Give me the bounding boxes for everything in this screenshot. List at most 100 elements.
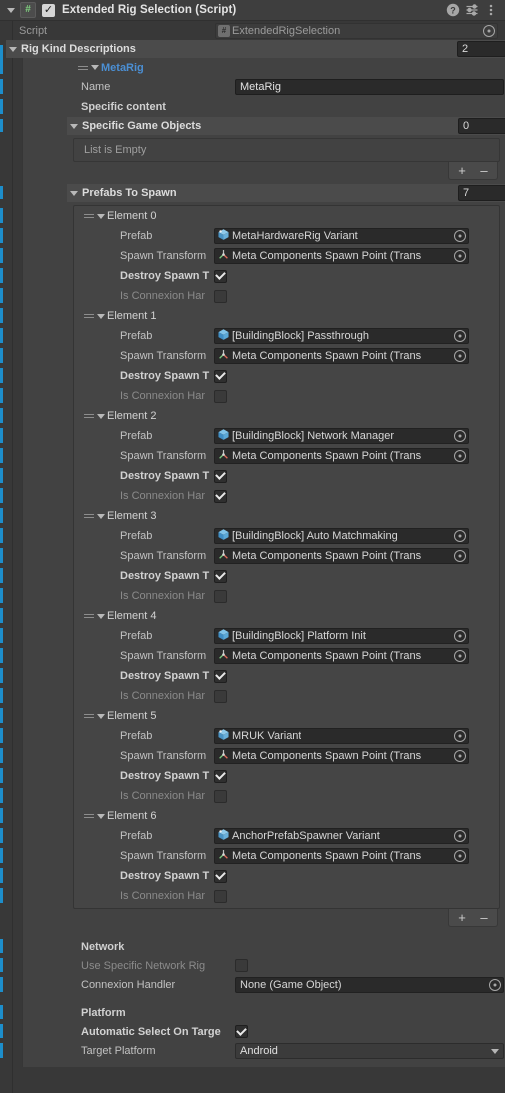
remove-specific-game-object-button[interactable]: – [473,163,495,179]
spawn-transform-object-field[interactable]: Meta Components Spawn Point (Trans [214,848,469,864]
metarig-header-row[interactable]: MetaRig [23,58,505,77]
prefab-element: Element 5 Prefab MRUK Variant Spawn Transfo… [74,706,499,806]
component-foldout-toggle[interactable] [4,4,17,17]
target-platform-label: Target Platform [81,1045,156,1057]
prefab-element-foldout[interactable] [94,710,107,723]
drag-handle-icon[interactable] [84,712,94,721]
destroy-spawn-checkbox[interactable] [214,769,227,783]
prefab-object-field[interactable]: [BuildingBlock] Passthrough [214,328,469,344]
component-enabled-checkbox[interactable]: ✓ [42,3,55,17]
drag-handle-icon[interactable] [78,63,88,72]
more-menu-icon[interactable] [483,2,499,18]
prefab-element-header[interactable]: Element 6 [74,806,499,826]
destroy-spawn-checkbox[interactable] [214,569,227,583]
drag-handle-icon[interactable] [84,512,94,521]
rig-name-input[interactable]: MetaRig [235,79,504,95]
is-connexion-handler-checkbox[interactable] [214,489,227,503]
prefab-element-header[interactable]: Element 1 [74,306,499,326]
drag-handle-icon[interactable] [84,212,94,221]
prefab-override-bar [0,368,3,383]
spawn-transform-select-icon[interactable] [453,350,466,363]
spawn-transform-select-icon[interactable] [453,250,466,263]
is-connexion-handler-checkbox[interactable] [214,789,227,803]
prefab-element-header[interactable]: Element 2 [74,406,499,426]
destroy-spawn-checkbox[interactable] [214,369,227,383]
drag-handle-icon[interactable] [84,812,94,821]
is-connexion-handler-checkbox[interactable] [214,689,227,703]
spawn-transform-object-field[interactable]: Meta Components Spawn Point (Trans [214,648,469,664]
help-icon[interactable]: ? [445,2,461,18]
prefab-element-foldout[interactable] [94,210,107,223]
connexion-handler-object-field[interactable]: None (Game Object) [235,977,504,993]
prefab-element-header[interactable]: Element 3 [74,506,499,526]
spawn-transform-select-icon[interactable] [453,750,466,763]
spawn-transform-select-icon[interactable] [453,850,466,863]
specific-game-objects-foldout[interactable] [67,120,80,133]
spawn-transform-object-field[interactable]: Meta Components Spawn Point (Trans [214,548,469,564]
prefab-object-field[interactable]: MetaHardwareRig Variant [214,228,469,244]
prefabs-to-spawn-header[interactable]: Prefabs To Spawn 7 [67,184,505,202]
spawn-transform-object-field[interactable]: Meta Components Spawn Point (Trans [214,348,469,364]
connexion-handler-select-icon[interactable] [488,979,501,992]
prefab-element-header[interactable]: Element 4 [74,606,499,626]
prefab-element-foldout[interactable] [94,310,107,323]
prefab-element-header[interactable]: Element 5 [74,706,499,726]
rig-kind-descriptions-foldout[interactable] [6,43,19,56]
component-header[interactable]: # ✓ Extended Rig Selection (Script) ? [0,0,505,21]
prefab-select-icon[interactable] [453,430,466,443]
spawn-transform-select-icon[interactable] [453,650,466,663]
is-connexion-handler-checkbox[interactable] [214,389,227,403]
remove-prefab-element-button[interactable]: – [473,910,495,926]
specific-game-objects-size[interactable]: 0 [458,118,505,134]
rig-kind-descriptions-header[interactable]: Rig Kind Descriptions 2 [6,40,505,58]
destroy-spawn-checkbox[interactable] [214,669,227,683]
metarig-foldout[interactable] [88,61,101,74]
prefab-object-field[interactable]: [BuildingBlock] Auto Matchmaking [214,528,469,544]
drag-handle-icon[interactable] [84,612,94,621]
rig-kind-descriptions-size[interactable]: 2 [457,41,505,57]
destroy-spawn-checkbox[interactable] [214,469,227,483]
destroy-spawn-checkbox[interactable] [214,269,227,283]
destroy-spawn-label: Destroy Spawn T [120,470,210,482]
prefab-select-icon[interactable] [453,530,466,543]
prefab-override-bar [0,268,3,283]
spawn-transform-object-field[interactable]: Meta Components Spawn Point (Trans [214,448,469,464]
prefab-select-icon[interactable] [453,830,466,843]
prefab-select-icon[interactable] [453,330,466,343]
spawn-transform-object-field[interactable]: Meta Components Spawn Point (Trans [214,248,469,264]
drag-handle-icon[interactable] [84,312,94,321]
add-prefab-element-button[interactable]: + [451,910,473,926]
prefab-element-foldout[interactable] [94,510,107,523]
specific-game-objects-header[interactable]: Specific Game Objects 0 [67,117,505,135]
add-specific-game-object-button[interactable]: + [451,163,473,179]
prefab-object-field[interactable]: AnchorPrefabSpawner Variant [214,828,469,844]
use-specific-network-rig-checkbox[interactable] [235,959,248,972]
is-connexion-handler-checkbox[interactable] [214,889,227,903]
target-platform-dropdown[interactable]: Android [235,1043,504,1059]
prefab-element-foldout[interactable] [94,410,107,423]
prefab-element: Element 4 Prefab [BuildingBlock] Platform … [74,606,499,706]
prefabs-to-spawn-size[interactable]: 7 [458,185,505,201]
prefab-element-foldout[interactable] [94,810,107,823]
prefab-element-header[interactable]: Element 0 [74,206,499,226]
prefab-object-field[interactable]: MRUK Variant [214,728,469,744]
automatic-select-checkbox[interactable] [235,1025,248,1038]
spawn-transform-label: Spawn Transform [120,250,207,262]
spawn-transform-select-icon[interactable] [453,550,466,563]
spawn-transform-object-field[interactable]: Meta Components Spawn Point (Trans [214,748,469,764]
is-connexion-handler-checkbox[interactable] [214,289,227,303]
drag-handle-icon[interactable] [84,412,94,421]
prefabs-to-spawn-foldout[interactable] [67,187,80,200]
is-connexion-handler-checkbox[interactable] [214,589,227,603]
prefab-select-icon[interactable] [453,630,466,643]
preset-icon[interactable] [464,2,480,18]
spawn-transform-select-icon[interactable] [453,450,466,463]
prefab-object-field[interactable]: [BuildingBlock] Network Manager [214,428,469,444]
prefab-object-field[interactable]: [BuildingBlock] Platform Init [214,628,469,644]
prefab-select-icon[interactable] [453,230,466,243]
prefab-element-foldout[interactable] [94,610,107,623]
metarig-section: MetaRig Name MetaRig Specific content Sp… [22,58,505,1067]
prefab-label: Prefab [120,330,153,342]
prefab-select-icon[interactable] [453,730,466,743]
destroy-spawn-checkbox[interactable] [214,869,227,883]
